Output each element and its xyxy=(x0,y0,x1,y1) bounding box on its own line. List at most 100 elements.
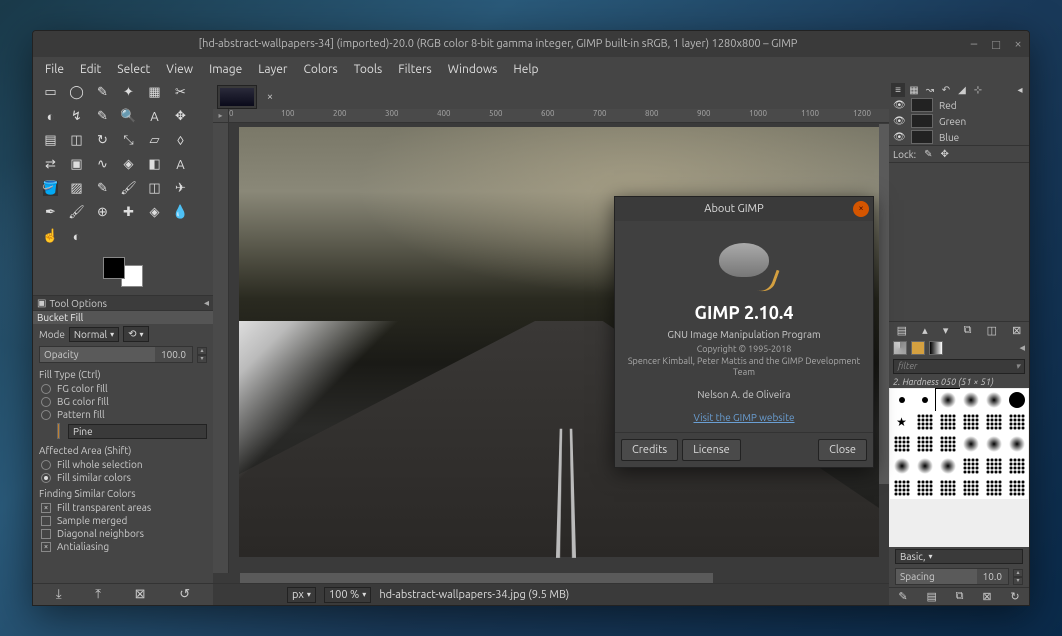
brush-category-combo[interactable]: Basic, xyxy=(895,549,1023,564)
brush-item[interactable] xyxy=(890,455,913,477)
tab-paths-icon[interactable]: ↝ xyxy=(923,83,937,97)
tool-cage[interactable]: ▣ xyxy=(69,157,84,172)
horizontal-ruler[interactable]: ▸ 01002003004005006007008009001000110012… xyxy=(213,109,889,123)
tool-options-menu-button[interactable]: ◂ xyxy=(204,297,209,309)
lock-pixels-icon[interactable]: ✎ xyxy=(924,148,932,160)
check-antialias[interactable]: ×Antialiasing xyxy=(33,540,213,553)
eye-icon[interactable]: 👁 xyxy=(893,99,905,111)
tab-undo-icon[interactable]: ↶ xyxy=(939,83,953,97)
brush-item[interactable] xyxy=(959,477,982,499)
tool-scale[interactable]: ⤡ xyxy=(121,133,136,148)
raise-channel-icon[interactable]: ▴ xyxy=(922,324,928,337)
brush-dock-menu[interactable]: ◂ xyxy=(1019,341,1025,354)
brush-item[interactable] xyxy=(936,433,959,455)
brush-item[interactable] xyxy=(982,389,1005,411)
lock-position-icon[interactable]: ✥ xyxy=(941,148,949,160)
brush-item[interactable] xyxy=(982,455,1005,477)
tool-fuzzy-select[interactable]: ✦ xyxy=(121,85,136,100)
tab-histogram-icon[interactable]: ◢ xyxy=(955,83,969,97)
opacity-slider[interactable]: Opacity 100.0 xyxy=(39,346,193,363)
tool-warp[interactable]: ∿ xyxy=(95,157,110,172)
tab-patterns-icon[interactable] xyxy=(911,341,925,355)
zoom-combo[interactable]: 100 % xyxy=(324,587,371,603)
brush-item[interactable] xyxy=(936,411,959,433)
check-transparent[interactable]: ×Fill transparent areas xyxy=(33,501,213,514)
tool-ellipse-select[interactable]: ◯ xyxy=(69,85,84,100)
to-selection-icon[interactable]: ◫ xyxy=(987,324,997,337)
tool-crop[interactable]: ◫ xyxy=(69,133,84,148)
brush-item[interactable] xyxy=(959,389,982,411)
menu-edit[interactable]: Edit xyxy=(72,60,109,79)
brush-item[interactable] xyxy=(982,433,1005,455)
brush-item[interactable] xyxy=(959,455,982,477)
tool-free-select[interactable]: ✎ xyxy=(95,85,110,100)
brush-item[interactable] xyxy=(1005,455,1028,477)
license-button[interactable]: License xyxy=(682,439,741,461)
delete-channel-icon[interactable]: ⊠ xyxy=(1012,324,1021,337)
delete-preset-icon[interactable]: ⊠ xyxy=(135,587,146,602)
brush-item[interactable] xyxy=(982,477,1005,499)
tool-dodge[interactable]: ◐ xyxy=(69,229,84,244)
menu-help[interactable]: Help xyxy=(505,60,546,79)
channel-green-row[interactable]: 👁Green xyxy=(889,113,1029,129)
tool-scissors[interactable]: ✂ xyxy=(173,85,188,100)
tool-pencil[interactable]: ✎ xyxy=(95,181,110,196)
radio-fill-selection[interactable]: Fill whole selection xyxy=(33,458,213,471)
tool-mypaint[interactable]: 🖌 xyxy=(69,205,84,220)
refresh-brush-icon[interactable]: ↻ xyxy=(1010,590,1019,603)
menu-select[interactable]: Select xyxy=(109,60,158,79)
reset-preset-icon[interactable]: ↺ xyxy=(179,587,190,602)
edit-brush-icon[interactable]: ✎ xyxy=(898,590,907,603)
tool-rect-select[interactable]: ▭ xyxy=(43,85,58,100)
mode-direction-combo[interactable]: ⟲ xyxy=(123,326,148,342)
tool-heal[interactable]: ✚ xyxy=(121,205,136,220)
horizontal-scrollbar[interactable] xyxy=(213,573,889,583)
mode-combo[interactable]: Normal xyxy=(69,327,119,342)
tool-bucket-fill[interactable]: 🪣 xyxy=(43,181,58,196)
about-close-icon[interactable]: × xyxy=(853,201,869,217)
tool-zoom[interactable]: 🔍 xyxy=(121,109,136,124)
tool-blur[interactable]: 💧 xyxy=(173,205,188,220)
brush-item[interactable] xyxy=(1005,411,1028,433)
close-window-button[interactable]: × xyxy=(1007,37,1029,51)
spacing-stepper[interactable]: ▴▾ xyxy=(1013,569,1023,585)
radio-fill-similar[interactable]: Fill similar colors xyxy=(33,471,213,484)
tool-measure[interactable]: A xyxy=(147,109,162,124)
tool-rotate[interactable]: ↻ xyxy=(95,133,110,148)
restore-preset-icon[interactable]: ⤒ xyxy=(95,587,101,602)
menu-file[interactable]: File xyxy=(37,60,72,79)
tab-channels-icon[interactable]: ▦ xyxy=(907,83,921,97)
tool-clone[interactable]: ⊕ xyxy=(95,205,110,220)
channel-blue-row[interactable]: 👁Blue xyxy=(889,129,1029,145)
brush-item[interactable] xyxy=(890,389,913,411)
brush-filter-input[interactable]: filter▾ xyxy=(893,359,1025,374)
dock-menu-button[interactable]: ◂ xyxy=(1013,83,1027,97)
menu-tools[interactable]: Tools xyxy=(346,60,391,79)
brush-item[interactable] xyxy=(913,477,936,499)
tool-smudge[interactable]: ☝ xyxy=(43,229,58,244)
tool-eraser[interactable]: ◫ xyxy=(147,181,162,196)
menu-view[interactable]: View xyxy=(158,60,201,79)
opacity-stepper[interactable]: ▴▾ xyxy=(197,347,207,363)
credits-button[interactable]: Credits xyxy=(621,439,678,461)
tool-unified[interactable]: ◧ xyxy=(147,157,162,172)
check-diagonal[interactable]: Diagonal neighbors xyxy=(33,527,213,540)
brush-item[interactable] xyxy=(890,411,913,433)
brush-item[interactable] xyxy=(913,389,936,411)
tool-perspective-clone[interactable]: ◈ xyxy=(147,205,162,220)
minimize-button[interactable]: – xyxy=(963,37,985,51)
radio-pattern-fill[interactable]: Pattern fill xyxy=(33,408,213,421)
menu-colors[interactable]: Colors xyxy=(295,60,345,79)
brush-item[interactable] xyxy=(913,455,936,477)
brush-item[interactable] xyxy=(959,433,982,455)
vertical-ruler[interactable] xyxy=(213,123,229,573)
radio-fg-fill[interactable]: FG color fill xyxy=(33,382,213,395)
tool-color-select[interactable]: ▦ xyxy=(147,85,162,100)
tool-foreground-select[interactable]: ◐ xyxy=(43,109,58,124)
menu-layer[interactable]: Layer xyxy=(250,60,295,79)
new-brush-icon[interactable]: ▤ xyxy=(926,590,936,603)
brush-item[interactable] xyxy=(890,477,913,499)
spacing-slider[interactable]: Spacing 10.0 xyxy=(895,568,1009,585)
menu-windows[interactable]: Windows xyxy=(440,60,506,79)
tool-gradient[interactable]: ▨ xyxy=(69,181,84,196)
